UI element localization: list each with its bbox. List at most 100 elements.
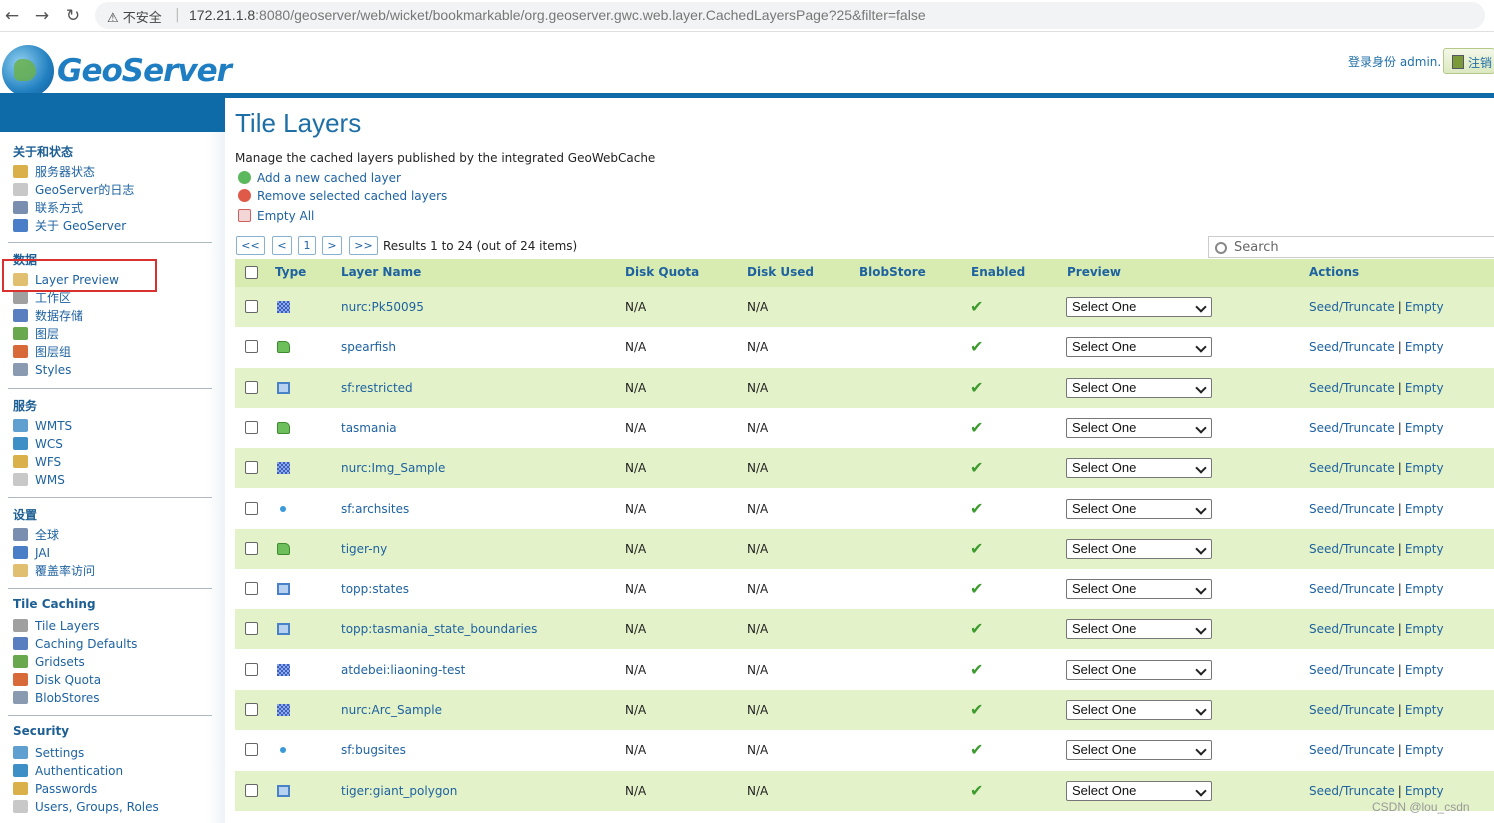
sidebar-item[interactable]: 覆盖率访问 (13, 563, 95, 579)
row-checkbox[interactable] (245, 662, 258, 676)
row-checkbox[interactable] (245, 380, 258, 394)
pager-next-button[interactable]: > (322, 236, 342, 255)
preview-select[interactable]: Select One (1066, 458, 1212, 479)
sidebar-item[interactable]: Tile Layers (13, 618, 100, 634)
sidebar-item[interactable]: WMTS (13, 418, 72, 434)
empty-link[interactable]: Empty (1405, 582, 1444, 596)
layer-name-link[interactable]: tiger:giant_polygon (341, 784, 457, 798)
sidebar-item[interactable]: Passwords (13, 781, 97, 797)
layer-name-link[interactable]: nurc:Pk50095 (341, 300, 424, 314)
preview-select[interactable]: Select One (1066, 740, 1212, 761)
seed-truncate-link[interactable]: Seed/Truncate (1309, 542, 1395, 556)
row-checkbox[interactable] (245, 461, 258, 475)
preview-select[interactable]: Select One (1066, 538, 1212, 559)
preview-select[interactable]: Select One (1066, 417, 1212, 438)
sidebar-item[interactable]: GeoServer的日志 (13, 182, 134, 198)
preview-select[interactable]: Select One (1066, 700, 1212, 720)
address-bar[interactable]: ⚠ 不安全 | 172.21.1.8:8080/geoserver/web/wi… (95, 2, 1485, 29)
empty-link[interactable]: Empty (1405, 542, 1444, 556)
seed-truncate-link[interactable]: Seed/Truncate (1309, 421, 1395, 435)
row-checkbox[interactable] (245, 420, 258, 434)
column-enabled[interactable]: Enabled (971, 265, 1025, 279)
pager-prev-button[interactable]: < (272, 236, 292, 255)
pager-first-button[interactable]: << (236, 236, 265, 255)
seed-truncate-link[interactable]: Seed/Truncate (1309, 461, 1395, 475)
seed-truncate-link[interactable]: Seed/Truncate (1309, 784, 1395, 798)
column-disk-quota[interactable]: Disk Quota (625, 265, 699, 279)
seed-truncate-link[interactable]: Seed/Truncate (1309, 743, 1395, 757)
preview-select[interactable]: Select One (1066, 498, 1212, 519)
seed-truncate-link[interactable]: Seed/Truncate (1309, 381, 1395, 395)
forward-icon[interactable]: → (32, 6, 52, 26)
logout-button[interactable]: 注销 (1443, 48, 1494, 74)
sidebar-item[interactable]: BlobStores (13, 690, 100, 706)
sidebar-item[interactable]: Gridsets (13, 654, 85, 670)
row-checkbox[interactable] (245, 703, 258, 716)
sidebar-item[interactable]: 图层 (13, 326, 59, 342)
layer-name-link[interactable]: sf:archsites (341, 502, 409, 516)
preview-select[interactable]: Select One (1066, 377, 1212, 398)
layer-name-link[interactable]: tasmania (341, 421, 397, 435)
row-checkbox[interactable] (245, 622, 258, 636)
empty-link[interactable]: Empty (1405, 663, 1444, 677)
sidebar-item[interactable]: 工作区 (13, 290, 71, 306)
sidebar-item[interactable]: Authentication (13, 763, 123, 779)
sidebar-item[interactable]: Settings (13, 745, 84, 761)
layer-name-link[interactable]: sf:bugsites (341, 743, 406, 757)
sidebar-item[interactable]: 联系方式 (13, 200, 83, 216)
layer-name-link[interactable]: nurc:Img_Sample (341, 461, 445, 475)
search-input[interactable]: Search (1208, 236, 1494, 258)
remove-cached-layers-link[interactable]: Remove selected cached layers (238, 189, 447, 203)
geoserver-logo-icon[interactable] (2, 45, 54, 97)
row-checkbox[interactable] (245, 783, 258, 797)
back-icon[interactable]: ← (2, 6, 22, 26)
layer-name-link[interactable]: sf:restricted (341, 381, 413, 395)
sidebar-item[interactable]: 关于 GeoServer (13, 218, 126, 234)
add-cached-layer-link[interactable]: Add a new cached layer (238, 171, 401, 185)
sidebar-item[interactable]: Disk Quota (13, 672, 101, 688)
column-type[interactable]: Type (275, 265, 306, 279)
seed-truncate-link[interactable]: Seed/Truncate (1309, 502, 1395, 516)
layer-name-link[interactable]: topp:states (341, 582, 409, 596)
seed-truncate-link[interactable]: Seed/Truncate (1309, 300, 1395, 314)
empty-link[interactable]: Empty (1405, 381, 1444, 395)
seed-truncate-link[interactable]: Seed/Truncate (1309, 663, 1395, 677)
sidebar-item[interactable]: WMS (13, 472, 65, 488)
layer-name-link[interactable]: topp:tasmania_state_boundaries (341, 622, 537, 636)
sidebar-item[interactable]: WCS (13, 436, 63, 452)
empty-link[interactable]: Empty (1405, 784, 1444, 798)
sidebar-item[interactable]: Users, Groups, Roles (13, 799, 159, 815)
sidebar-item[interactable]: WFS (13, 454, 61, 470)
empty-link[interactable]: Empty (1405, 300, 1444, 314)
empty-link[interactable]: Empty (1405, 622, 1444, 636)
empty-link[interactable]: Empty (1405, 743, 1444, 757)
seed-truncate-link[interactable]: Seed/Truncate (1309, 703, 1395, 717)
column-layer-name[interactable]: Layer Name (341, 265, 421, 279)
layer-name-link[interactable]: nurc:Arc_Sample (341, 703, 442, 717)
sidebar-item[interactable]: 数据存储 (13, 308, 83, 324)
preview-select[interactable]: Select One (1066, 579, 1212, 600)
sidebar-item[interactable]: JAI (13, 545, 50, 561)
seed-truncate-link[interactable]: Seed/Truncate (1309, 340, 1395, 354)
row-checkbox[interactable] (245, 541, 258, 555)
pager-page-1-button[interactable]: 1 (298, 236, 316, 255)
url-text[interactable]: 172.21.1.8:8080/geoserver/web/wicket/boo… (189, 7, 926, 23)
sidebar-item[interactable]: 服务器状态 (13, 164, 95, 180)
sidebar-item[interactable]: 图层组 (13, 344, 71, 360)
empty-link[interactable]: Empty (1405, 340, 1444, 354)
empty-link[interactable]: Empty (1405, 502, 1444, 516)
preview-select[interactable]: Select One (1066, 619, 1212, 640)
row-checkbox[interactable] (245, 582, 258, 596)
column-disk-used[interactable]: Disk Used (747, 265, 814, 279)
sidebar-item[interactable]: Styles (13, 362, 71, 378)
brand-name[interactable]: GeoServer (57, 53, 232, 89)
preview-select[interactable]: Select One (1066, 297, 1212, 317)
empty-link[interactable]: Empty (1405, 421, 1444, 435)
select-all-checkbox[interactable] (245, 266, 258, 279)
empty-link[interactable]: Empty (1405, 703, 1444, 717)
preview-select[interactable]: Select One (1066, 659, 1212, 680)
reload-icon[interactable]: ↻ (63, 6, 83, 26)
row-checkbox[interactable] (245, 501, 258, 515)
column-blobstore[interactable]: BlobStore (859, 265, 926, 279)
preview-select[interactable]: Select One (1066, 337, 1212, 358)
